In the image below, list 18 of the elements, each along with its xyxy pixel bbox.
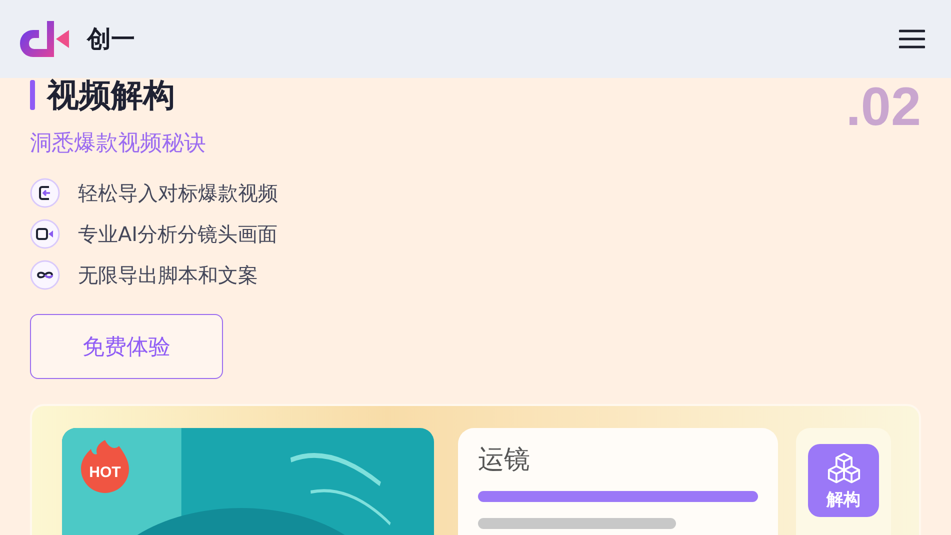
free-trial-button[interactable]: 免费体验 — [30, 314, 223, 379]
hot-badge: HOT — [80, 438, 130, 494]
video-camera-icon — [30, 219, 60, 249]
section-title: 视频解构 — [47, 78, 175, 112]
feature-text: 专业AI分析分镜头画面 — [78, 220, 278, 248]
menu-icon[interactable] — [899, 29, 925, 49]
infinity-icon — [30, 260, 60, 290]
import-icon — [30, 178, 60, 208]
title-accent-bar — [30, 80, 35, 110]
deconstruct-tile[interactable]: 解构 — [808, 444, 879, 517]
section-number: .02 — [846, 76, 921, 138]
logo-icon — [17, 19, 71, 59]
brand-name: 创一 — [87, 24, 135, 55]
feature-text: 无限导出脚本和文案 — [78, 262, 258, 288]
tile-label: 解构 — [826, 489, 860, 511]
feature-text: 轻松导入对标爆款视频 — [78, 180, 278, 206]
panel-title: 运镜 — [478, 444, 531, 477]
section-subtitle: 洞悉爆款视频秘诀 — [30, 130, 207, 158]
